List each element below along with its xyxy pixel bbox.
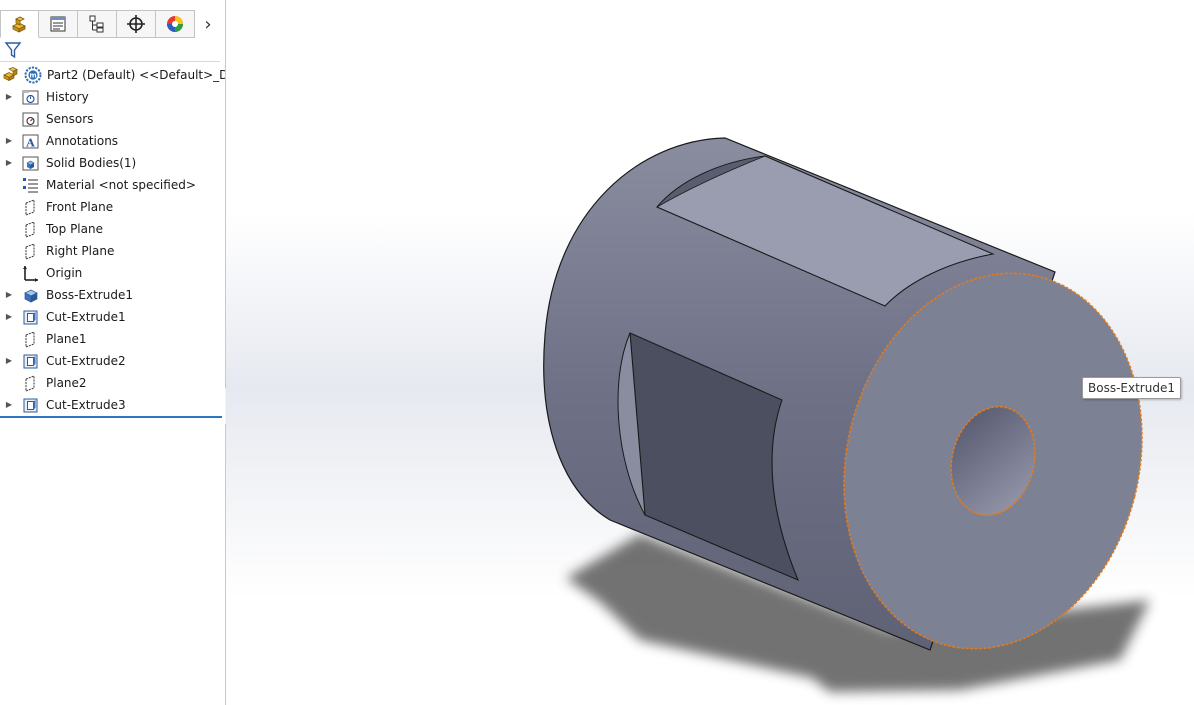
cut-extrude-icon <box>22 397 39 414</box>
tree-item-label: Cut-Extrude1 <box>46 310 126 324</box>
dimxpert-manager-icon <box>127 15 145 33</box>
tree-item-origin[interactable]: Origin <box>0 262 225 284</box>
expand-arrow-icon[interactable]: ▶ <box>4 86 14 108</box>
tree-item-label: Front Plane <box>46 200 114 214</box>
display-manager-icon <box>167 16 183 32</box>
tree-item-label: Sensors <box>46 112 94 126</box>
history-folder-icon <box>22 89 39 106</box>
expand-arrow-icon[interactable]: ▶ <box>4 306 14 328</box>
tree-item-cut-extrude1[interactable]: ▶ Cut-Extrude1 <box>0 306 225 328</box>
manager-tab-bar: › <box>0 10 225 38</box>
part-icon <box>3 67 18 82</box>
tree-item-material-not-specified[interactable]: Material <not specified> <box>0 174 225 196</box>
graphics-viewport[interactable] <box>226 0 1194 705</box>
configuration-manager-icon <box>89 15 104 33</box>
expand-arrow-icon[interactable]: ▶ <box>4 130 14 152</box>
tab-property-manager[interactable] <box>39 10 78 38</box>
tab-configuration-manager[interactable] <box>78 10 117 38</box>
tree-item-top-plane[interactable]: Top Plane <box>0 218 225 240</box>
feature-tree: m Part2 (Default) <<Default>_Displa ▶ His… <box>0 64 225 416</box>
tree-item-annotations[interactable]: ▶ A Annotations <box>0 130 225 152</box>
chevron-right-icon: › <box>204 13 212 35</box>
expand-arrow-icon[interactable]: ▶ <box>4 350 14 372</box>
feature-manager-panel: › m Part2 (Default) <<Default>_Displa ▶ H… <box>0 0 226 705</box>
plane-icon <box>22 199 39 216</box>
tree-item-label: Solid Bodies(1) <box>46 156 137 170</box>
tree-item-label: Origin <box>46 266 83 280</box>
tree-root-label: Part2 (Default) <<Default>_Displa <box>47 68 226 82</box>
tree-item-plane1[interactable]: Plane1 <box>0 328 225 350</box>
tree-item-front-plane[interactable]: Front Plane <box>0 196 225 218</box>
property-manager-icon <box>50 16 66 32</box>
tree-item-right-plane[interactable]: Right Plane <box>0 240 225 262</box>
tree-item-label: Top Plane <box>46 222 103 236</box>
tree-root-part[interactable]: m Part2 (Default) <<Default>_Displa <box>0 64 225 86</box>
tree-item-label: Boss-Extrude1 <box>46 288 133 302</box>
feature-manager-icon <box>11 16 26 33</box>
expand-arrow-icon[interactable]: ▶ <box>4 284 14 306</box>
plane-icon <box>22 331 39 348</box>
display-state-icon: m <box>24 66 42 84</box>
tree-item-label: Cut-Extrude3 <box>46 398 126 412</box>
expand-arrow-icon[interactable]: ▶ <box>4 394 14 416</box>
tree-item-label: Right Plane <box>46 244 115 258</box>
plane-icon <box>22 243 39 260</box>
feature-filter-bar[interactable] <box>0 38 220 62</box>
tree-item-label: Cut-Extrude2 <box>46 354 126 368</box>
filter-funnel-icon[interactable] <box>4 41 22 59</box>
tree-item-cut-extrude3[interactable]: ▶ Cut-Extrude3 <box>0 394 225 416</box>
solid-bodies-folder-icon <box>22 155 39 172</box>
annotations-folder-icon: A <box>22 133 39 150</box>
tree-item-label: History <box>46 90 89 104</box>
hover-tooltip: Boss-Extrude1 <box>1082 377 1181 399</box>
more-tabs-button[interactable]: › <box>195 10 221 38</box>
part-model-render[interactable] <box>226 0 1194 705</box>
sensors-folder-icon <box>22 111 39 128</box>
tree-item-plane2[interactable]: Plane2 <box>0 372 225 394</box>
tree-item-label: Plane1 <box>46 332 87 346</box>
tab-feature-manager[interactable] <box>0 10 39 38</box>
boss-extrude-icon <box>22 287 39 304</box>
tree-item-label: Material <not specified> <box>46 178 196 192</box>
tree-item-sensors[interactable]: Sensors <box>0 108 225 130</box>
tree-item-label: Plane2 <box>46 376 87 390</box>
expand-arrow-icon[interactable]: ▶ <box>4 152 14 174</box>
tree-item-history[interactable]: ▶ History <box>0 86 225 108</box>
tab-dimxpert-manager[interactable] <box>117 10 156 38</box>
tab-display-manager[interactable] <box>156 10 195 38</box>
rollback-bar[interactable] <box>0 416 222 418</box>
svg-text:m: m <box>29 72 36 80</box>
tree-item-solid-bodies-1[interactable]: ▶ Solid Bodies(1) <box>0 152 225 174</box>
tree-item-cut-extrude2[interactable]: ▶ Cut-Extrude2 <box>0 350 225 372</box>
plane-icon <box>22 221 39 238</box>
svg-text:A: A <box>25 137 35 150</box>
tree-item-label: Annotations <box>46 134 119 148</box>
cut-extrude-icon <box>22 353 39 370</box>
cut-extrude-icon <box>22 309 39 326</box>
material-icon <box>22 177 39 194</box>
origin-icon <box>22 265 39 282</box>
tree-item-boss-extrude1[interactable]: ▶ Boss-Extrude1 <box>0 284 225 306</box>
plane-icon <box>22 375 39 392</box>
